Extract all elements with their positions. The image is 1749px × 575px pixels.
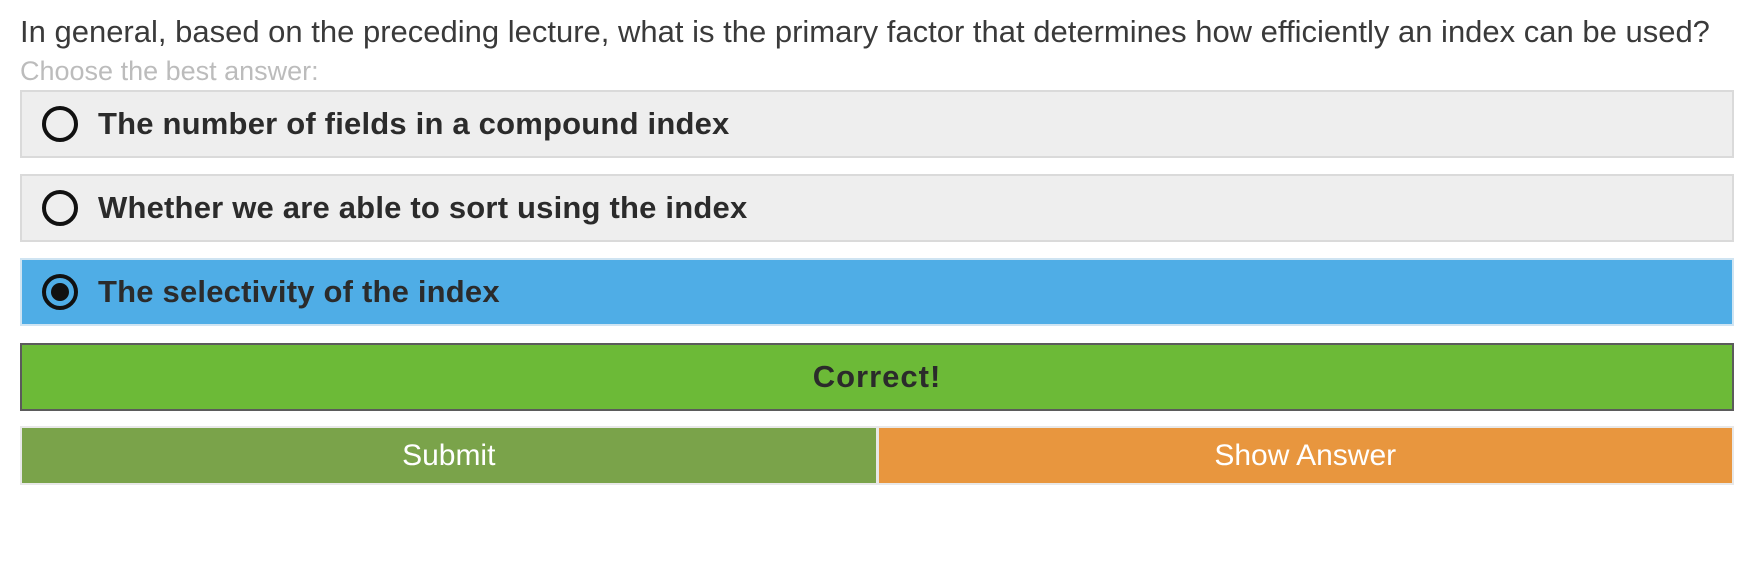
action-buttons: Submit Show Answer (20, 426, 1734, 485)
instructions-text: Choose the best answer: (20, 56, 319, 86)
radio-button-icon[interactable] (42, 106, 78, 142)
radio-dot-icon (51, 283, 69, 301)
question-text: In general, based on the preceding lectu… (20, 14, 1710, 49)
answer-option-label: The number of fields in a compound index (98, 106, 730, 141)
quiz-container: In general, based on the preceding lectu… (20, 10, 1734, 485)
answer-option-label: Whether we are able to sort using the in… (98, 190, 748, 225)
answer-option-2[interactable]: Whether we are able to sort using the in… (20, 174, 1734, 242)
radio-button-icon[interactable] (42, 190, 78, 226)
correct-feedback-banner: Correct! (20, 343, 1734, 411)
answer-option-3[interactable]: The selectivity of the index (20, 258, 1734, 326)
answer-option-1[interactable]: The number of fields in a compound index (20, 90, 1734, 158)
show-answer-button[interactable]: Show Answer (878, 428, 1732, 483)
radio-button-icon[interactable] (42, 274, 78, 310)
submit-button[interactable]: Submit (22, 428, 879, 483)
answer-option-label: The selectivity of the index (98, 274, 500, 309)
